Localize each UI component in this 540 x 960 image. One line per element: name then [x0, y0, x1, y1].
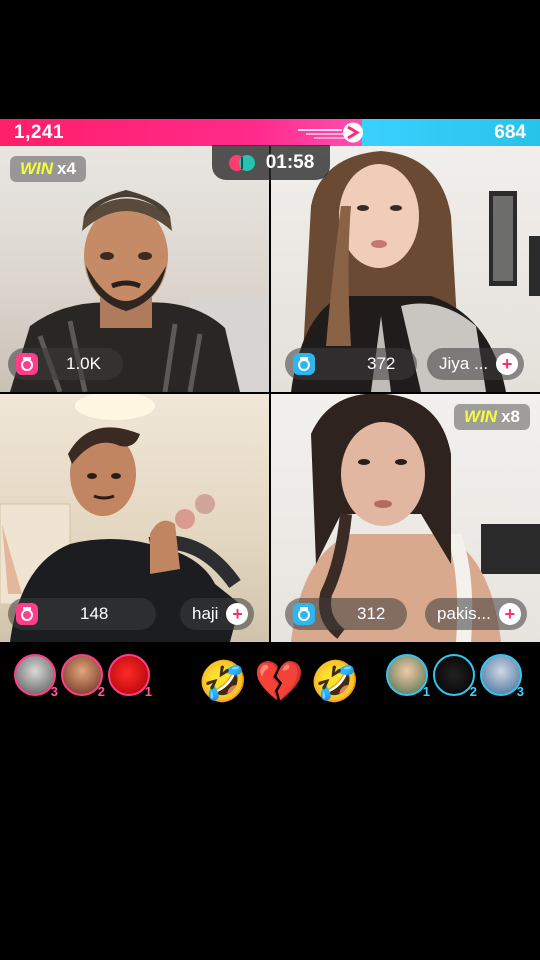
- gifter-avatar[interactable]: 2: [433, 654, 477, 699]
- gifter-rank: 1: [422, 684, 430, 699]
- win-streak-badge: WIN x8: [454, 404, 530, 430]
- video-tile-3[interactable]: 148 haji +: [0, 394, 269, 642]
- blue-camera-icon: [293, 603, 315, 625]
- battle-gloves-icon: [228, 154, 255, 171]
- left-team-top-gifters: 3 2 1: [14, 654, 152, 699]
- host-name: pakis...: [437, 604, 491, 623]
- video-tile-4[interactable]: WIN x8 312 pakis... +: [271, 394, 540, 642]
- gifter-avatar[interactable]: 3: [14, 654, 58, 699]
- gifter-avatar[interactable]: 1: [108, 654, 152, 699]
- battle-score-bar: 1,241 684: [0, 119, 540, 146]
- win-multiplier: x4: [57, 159, 76, 178]
- viewer-count: 372: [367, 354, 396, 373]
- gifter-rank: 3: [50, 684, 58, 699]
- viewer-count-pill[interactable]: 148: [8, 598, 157, 630]
- video-tile-2[interactable]: 372 Jiya ... +: [271, 146, 540, 392]
- win-multiplier: x8: [501, 407, 520, 426]
- gifter-avatar[interactable]: 3: [480, 654, 524, 699]
- rofl-emoji-icon: 🤣: [198, 660, 248, 704]
- viewer-count-pill[interactable]: 1.0K: [8, 348, 123, 380]
- video-tile-1[interactable]: WIN x4 1.0K: [0, 146, 269, 392]
- gifter-avatar[interactable]: 2: [61, 654, 105, 699]
- viewer-count-pill[interactable]: 312: [285, 598, 408, 630]
- battle-timer: 01:58: [212, 145, 330, 180]
- blue-camera-icon: [293, 353, 315, 375]
- viewer-count-pill[interactable]: 372: [285, 348, 418, 380]
- viewer-count: 312: [357, 604, 386, 623]
- win-streak-badge: WIN x4: [10, 156, 86, 182]
- host-name-pill[interactable]: haji +: [180, 598, 255, 630]
- rofl-emoji-icon: 🤣: [310, 660, 360, 704]
- gifter-rank: 2: [469, 684, 477, 699]
- follow-plus-icon[interactable]: +: [496, 353, 519, 375]
- right-team-top-gifters: 1 2 3: [386, 654, 524, 699]
- follow-plus-icon[interactable]: +: [226, 603, 249, 625]
- host-name: haji: [192, 604, 219, 623]
- gifter-rank: 2: [97, 684, 105, 699]
- pink-camera-icon: [16, 353, 38, 375]
- score-divider-spark-icon: [298, 122, 363, 143]
- win-label: WIN: [464, 407, 498, 426]
- win-label: WIN: [20, 159, 54, 178]
- pink-camera-icon: [16, 603, 38, 625]
- gifter-rank: 3: [516, 684, 524, 699]
- viewer-count: 148: [80, 604, 109, 623]
- gifter-avatar[interactable]: 1: [386, 654, 430, 699]
- timer-text: 01:58: [265, 151, 315, 173]
- left-team-score: 1,241: [14, 122, 65, 143]
- right-team-score: 684: [494, 122, 526, 143]
- host-name-pill[interactable]: pakis... +: [425, 598, 527, 630]
- gifter-rank: 1: [144, 684, 152, 699]
- broken-heart-emoji-icon: 💔: [254, 660, 304, 704]
- host-name-pill[interactable]: Jiya ... +: [427, 348, 525, 380]
- follow-plus-icon[interactable]: +: [498, 603, 521, 625]
- viewer-count: 1.0K: [66, 354, 101, 373]
- reaction-emojis: 🤣 💔 🤣: [198, 660, 360, 704]
- host-name: Jiya ...: [439, 354, 489, 373]
